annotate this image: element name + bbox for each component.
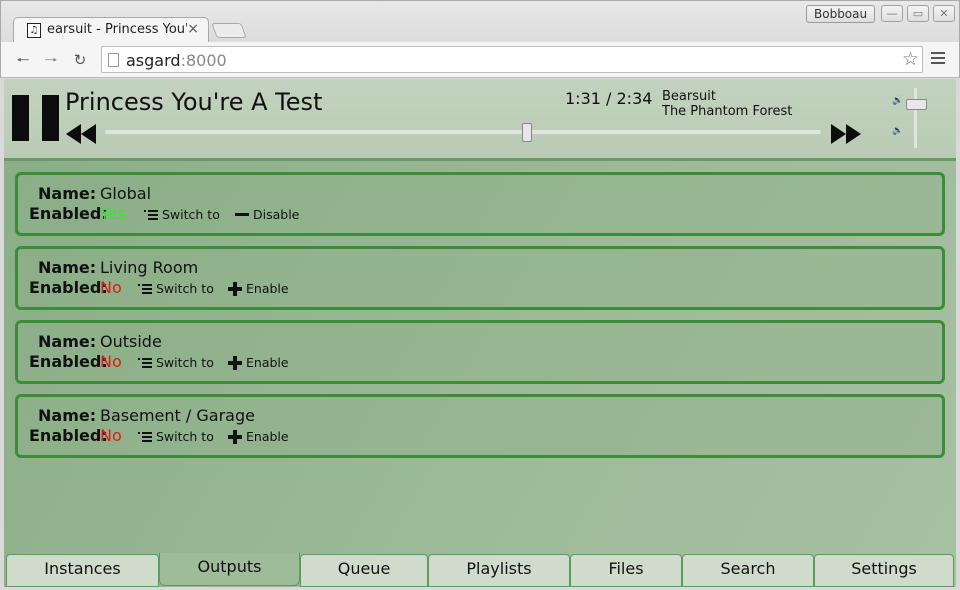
output-name: Outside [100,332,162,351]
close-window-button[interactable]: ✕ [933,5,955,22]
output-card-global: Name: Global Enabled: Yes Switch to Disa… [15,172,945,236]
reload-icon[interactable]: ↻ [69,49,91,71]
pause-icon[interactable] [12,95,60,143]
url-port: :8000 [180,51,227,70]
address-bar[interactable]: asgard:8000 ☆ [101,46,923,73]
disable-button[interactable]: Disable [235,207,299,222]
minus-icon [235,213,249,216]
disable-label: Disable [253,207,300,222]
name-label: Name: [38,406,97,425]
tab-playlists[interactable]: Playlists [428,554,570,587]
enabled-status: No [100,278,122,297]
output-name: Basement / Garage [100,406,255,425]
page-viewport: Princess You're A Test 1:31 / 2:34 Bears… [4,79,956,587]
previous-track-icon[interactable] [65,122,97,146]
tab-title: earsuit - Princess You're [47,22,187,37]
switch-to-button[interactable]: Switch to [138,281,214,296]
seek-handle[interactable] [522,123,533,142]
enabled-status: No [100,352,122,371]
name-label: Name: [38,184,97,203]
output-name: Global [100,184,152,203]
list-icon [144,210,158,221]
new-tab-button[interactable] [211,23,247,38]
bottom-tab-bar: Instances Outputs Queue Playlists Files … [4,553,956,587]
list-icon [138,284,152,295]
enable-button[interactable]: Enable [228,281,289,296]
volume-slider[interactable] [914,88,917,148]
enabled-label: Enabled: [29,278,108,297]
enabled-status: Yes [100,204,126,223]
next-track-icon[interactable] [830,122,862,146]
minimize-window-button[interactable]: — [881,5,903,22]
tab-outputs[interactable]: Outputs [159,553,300,586]
page-icon [108,53,119,67]
list-icon [138,432,152,443]
hamburger-menu-icon[interactable] [931,52,945,66]
enable-label: Enable [246,429,289,444]
volume-low-icon: 🔈 [892,126,904,136]
enable-label: Enable [246,281,289,296]
enable-button[interactable]: Enable [228,429,289,444]
tab-settings[interactable]: Settings [814,554,954,587]
tab-instances[interactable]: Instances [6,554,159,587]
switch-to-button[interactable]: Switch to [138,355,214,370]
url-host: asgard [126,51,181,70]
switch-to-label: Switch to [156,355,214,370]
profile-button[interactable]: Bobboau [806,5,876,23]
enabled-label: Enabled: [29,426,108,445]
plus-icon [228,429,242,444]
name-label: Name: [38,332,97,351]
harp-favicon-icon: ♫ [27,23,41,38]
album-name: The Phantom Forest [662,104,793,119]
browser-tab[interactable]: ♫ earsuit - Princess You're × [13,17,209,44]
forward-arrow-icon[interactable]: 🠒 [40,49,62,71]
bookmark-star-icon[interactable]: ☆ [902,48,919,70]
output-name: Living Room [100,258,199,277]
enable-label: Enable [246,355,289,370]
switch-to-label: Switch to [156,429,214,444]
playback-time: 1:31 / 2:34 [565,89,653,108]
back-arrow-icon[interactable]: 🠐 [12,49,34,71]
browser-titlebar: ♫ earsuit - Princess You're × Bobboau — … [0,0,960,44]
artist-name: Bearsuit [662,89,716,104]
plus-icon [228,355,242,370]
url-text[interactable]: asgard:8000 [126,51,227,70]
tab-close-icon[interactable]: × [187,21,199,37]
tab-search[interactable]: Search [682,554,814,587]
player-bar: Princess You're A Test 1:31 / 2:34 Bears… [4,79,956,161]
tab-files[interactable]: Files [570,554,682,587]
switch-to-label: Switch to [156,281,214,296]
seek-bar[interactable] [105,130,821,134]
list-icon [138,358,152,369]
switch-to-label: Switch to [162,207,220,222]
maximize-window-button[interactable]: ▭ [907,5,929,22]
volume-handle[interactable] [906,98,927,110]
browser-toolbar: 🠐 🠒 ↻ asgard:8000 ☆ [0,42,960,78]
song-title: Princess You're A Test [65,88,323,116]
switch-to-button[interactable]: Switch to [138,429,214,444]
enabled-status: No [100,426,122,445]
enabled-label: Enabled: [29,352,108,371]
output-card-outside: Name: Outside Enabled: No Switch to Enab… [15,320,945,384]
output-card-basement-garage: Name: Basement / Garage Enabled: No Swit… [15,394,945,458]
volume-high-icon: 🔊 [892,96,904,106]
name-label: Name: [38,258,97,277]
enable-button[interactable]: Enable [228,355,289,370]
tab-queue[interactable]: Queue [300,554,428,587]
switch-to-button[interactable]: Switch to [144,207,220,222]
output-card-living-room: Name: Living Room Enabled: No Switch to … [15,246,945,310]
enabled-label: Enabled: [29,204,108,223]
plus-icon [228,281,242,296]
